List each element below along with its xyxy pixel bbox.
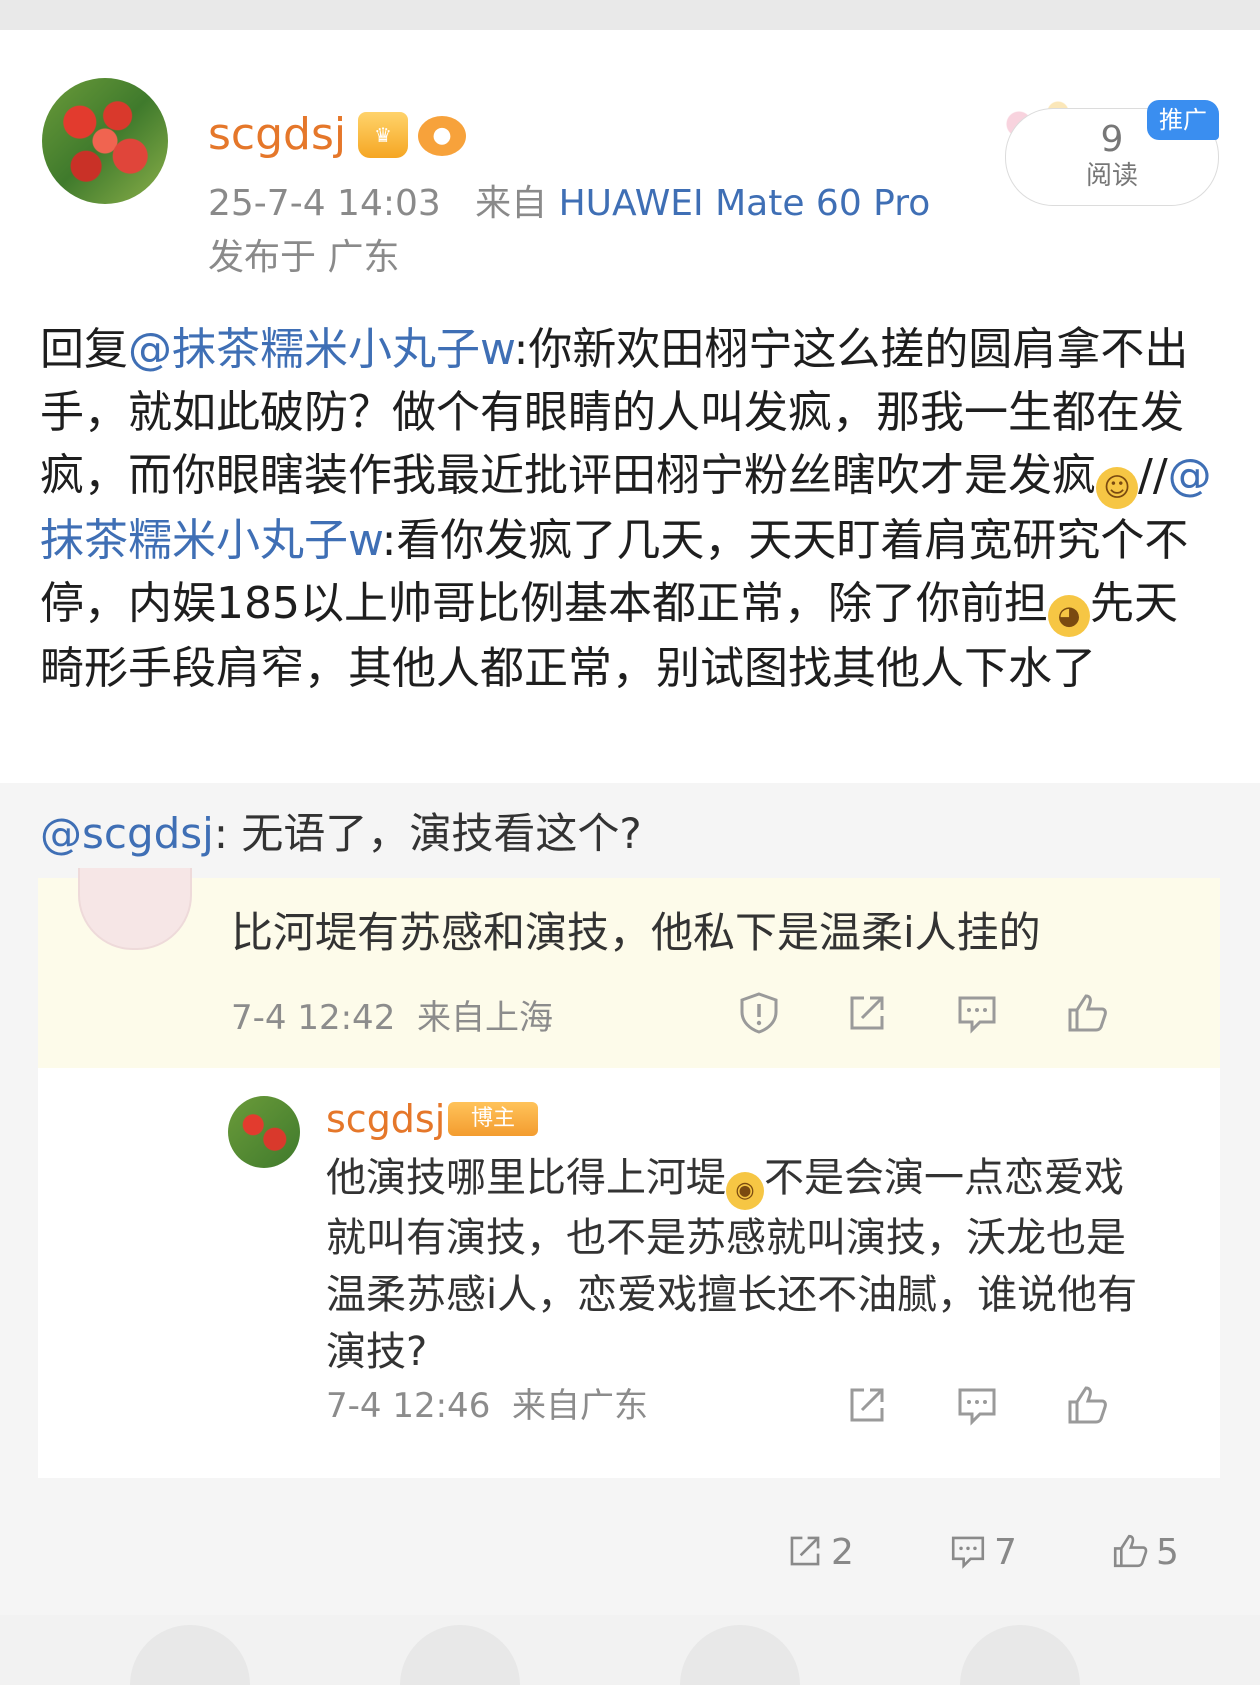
avatar[interactable] — [42, 78, 168, 204]
device-link[interactable]: HUAWEI Mate 60 Pro — [559, 183, 931, 224]
comment-icon — [951, 1536, 985, 1569]
next-avatar-placeholder — [400, 1625, 520, 1685]
next-avatar-placeholder — [680, 1625, 800, 1685]
retweet-block[interactable]: @scgdsj: 无语了，演技看这个? 比河堤有苏感和演技，他私下是温柔i人挂的… — [0, 783, 1260, 1615]
post-timestamp: 25-7-4 14:03 — [208, 183, 441, 224]
post-body: 回复@抹茶糯米小丸子w:你新欢田栩宁这么搓的圆肩拿不出手，就如此破防？做个有眼睛… — [40, 318, 1220, 700]
crown-vip-icon[interactable]: ♛ — [358, 112, 408, 158]
share-icon — [844, 990, 890, 1036]
report-icon — [736, 990, 782, 1036]
comment-count: 7 — [994, 1532, 1017, 1573]
comment-button[interactable]: 7 — [948, 1531, 1017, 1575]
reply-text-part: 他演技哪里比得上河堤 — [326, 1155, 726, 1201]
next-post-peek — [0, 1625, 1260, 1685]
quote-text: @scgdsj: 无语了，演技看这个? — [40, 805, 642, 863]
post-location: 发布于 广东 — [208, 237, 400, 278]
like-icon — [1113, 1534, 1148, 1568]
commenter-avatar — [78, 868, 192, 950]
body-text: // — [1138, 450, 1168, 501]
promote-badge[interactable]: 推广 — [1147, 100, 1219, 140]
like-icon — [1064, 990, 1110, 1036]
body-text: 回复 — [40, 324, 128, 375]
doge-emoji-icon: ◕ — [1047, 595, 1090, 637]
post-card: scgdsj ♛ ● 25-7-4 14:03 来自 HUAWEI Mate 6… — [0, 30, 1260, 1615]
reply-avatar — [228, 1096, 300, 1168]
comment-time: 7-4 12:42 — [231, 998, 396, 1038]
share-icon — [844, 1382, 890, 1428]
post-meta: 25-7-4 14:03 来自 HUAWEI Mate 60 Pro — [208, 182, 930, 226]
username[interactable]: scgdsj — [208, 110, 346, 160]
reply-meta: 7-4 12:46 来自广东 — [326, 1386, 648, 1426]
comment-meta: 7-4 12:42 来自上海 — [231, 998, 553, 1038]
comment-highlight: 比河堤有苏感和演技，他私下是温柔i人挂的 7-4 12:42 来自上海 — [38, 868, 1220, 1068]
weibo-post-page: scgdsj ♛ ● 25-7-4 14:03 来自 HUAWEI Mate 6… — [0, 0, 1260, 1685]
reply-text: 他演技哪里比得上河堤 ◉ 不是会演一点恋爱戏就叫有演技，也不是苏感就叫演技，沃龙也是… — [326, 1150, 1146, 1381]
thinking-emoji-icon: ☺ — [1096, 467, 1138, 509]
like-count: 5 — [1156, 1532, 1179, 1573]
reply-location: 来自广东 — [511, 1386, 648, 1426]
surprised-emoji-icon: ◉ — [726, 1172, 764, 1210]
reply-time: 7-4 12:46 — [326, 1386, 491, 1426]
comment-location: 来自上海 — [416, 998, 553, 1038]
like-button[interactable]: 5 — [1110, 1531, 1179, 1575]
repost-count: 2 — [831, 1532, 854, 1573]
quote-mention-link[interactable]: @scgdsj — [40, 809, 214, 858]
mention-link[interactable]: @抹茶糯米小丸子w — [128, 324, 514, 375]
quote-body: : 无语了，演技看这个? — [213, 809, 642, 858]
reply-username: scgdsj — [326, 1097, 446, 1141]
read-label: 阅读 — [1085, 161, 1138, 191]
source-prefix: 来自 — [475, 183, 548, 224]
comment-icon — [954, 1382, 1000, 1428]
comment-icon — [954, 990, 1000, 1036]
top-divider — [0, 0, 1260, 30]
blogger-badge: 博主 — [448, 1102, 538, 1136]
repost-icon — [790, 1536, 820, 1566]
comment-text: 比河堤有苏感和演技，他私下是温柔i人挂的 — [231, 908, 1041, 957]
like-icon — [1064, 1382, 1110, 1428]
next-avatar-placeholder — [960, 1625, 1080, 1685]
next-avatar-placeholder — [130, 1625, 250, 1685]
repost-button[interactable]: 2 — [785, 1531, 854, 1575]
fish-icon[interactable]: ● — [418, 116, 466, 156]
embedded-screenshot[interactable]: 比河堤有苏感和演技，他私下是温柔i人挂的 7-4 12:42 来自上海 scgd… — [38, 868, 1220, 1478]
